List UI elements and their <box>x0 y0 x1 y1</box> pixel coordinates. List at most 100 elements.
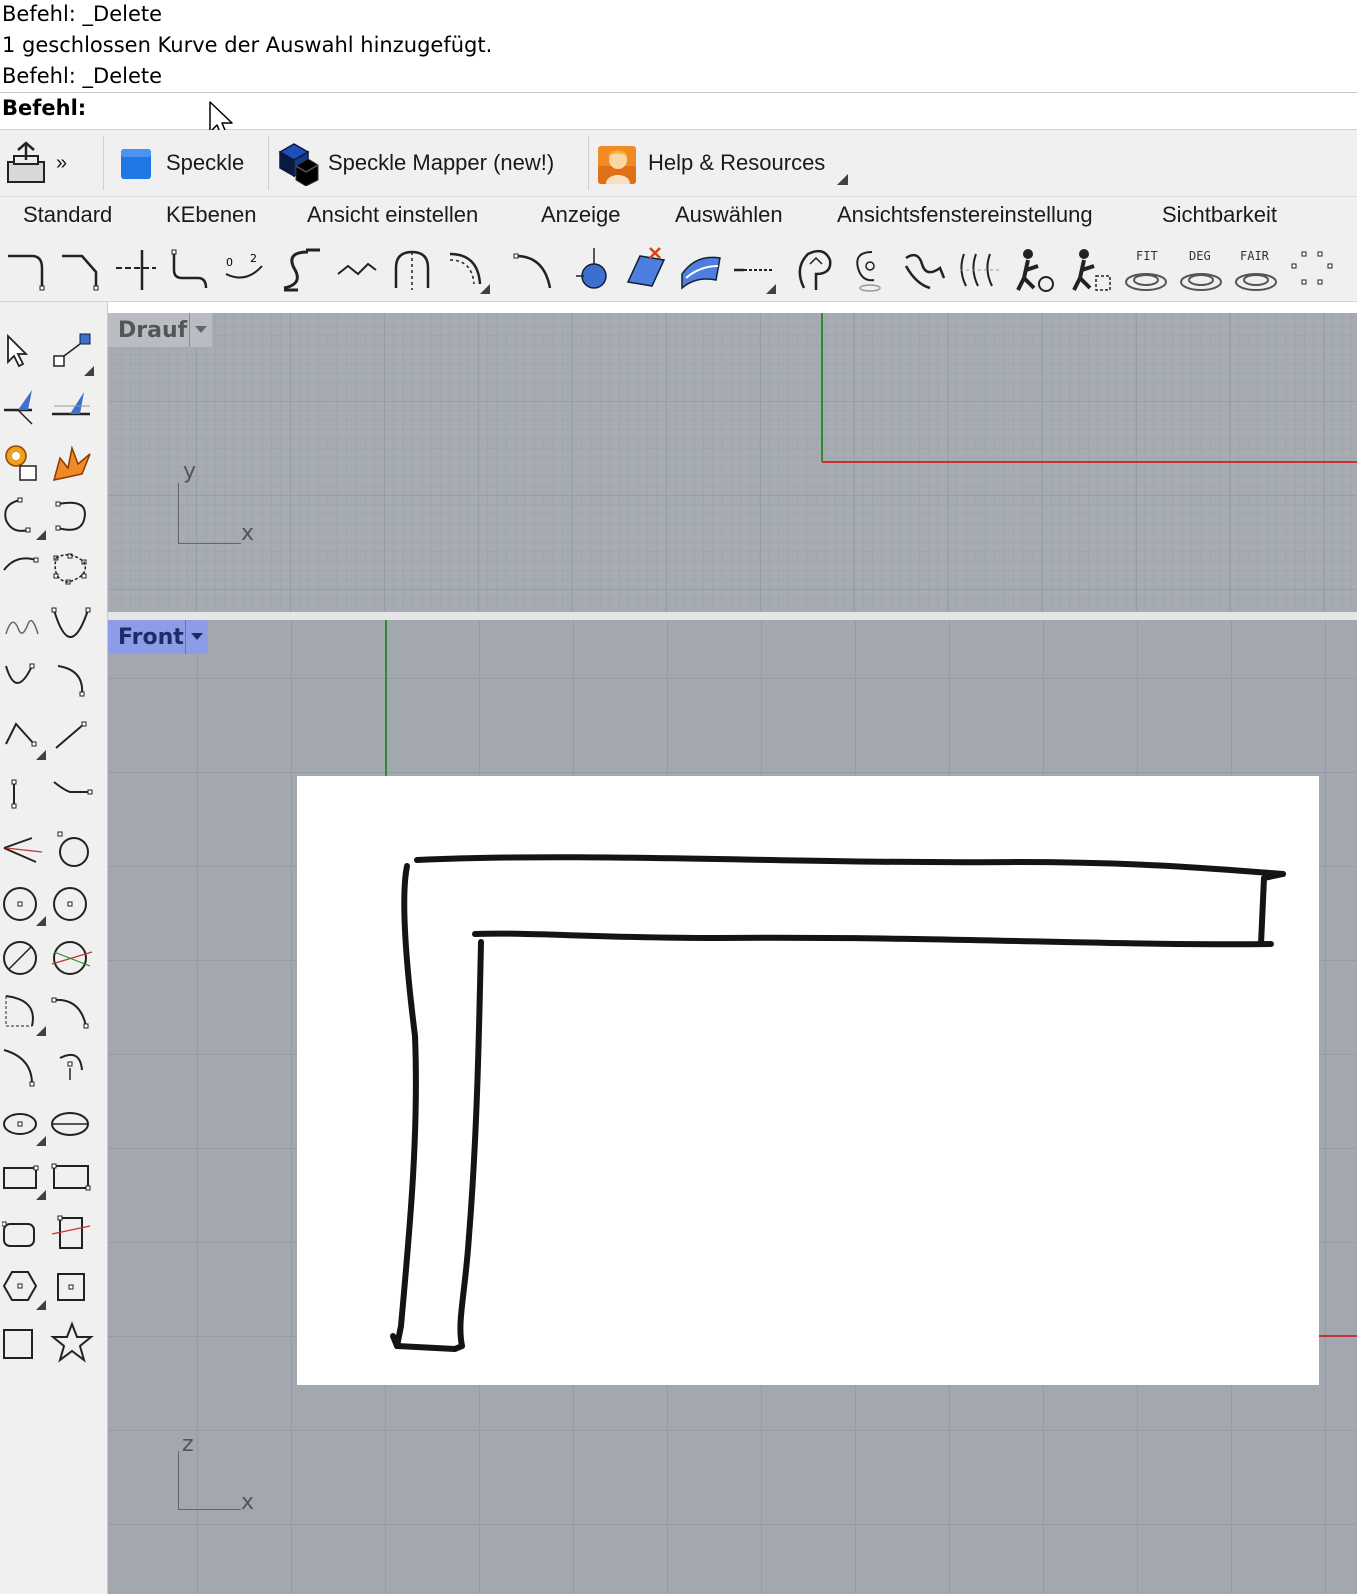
line-bisector-icon[interactable] <box>2 824 46 870</box>
curve-control-icon[interactable] <box>50 494 94 540</box>
chevron-down-icon[interactable] <box>189 313 212 347</box>
chevron-down-icon[interactable] <box>185 620 208 654</box>
square-icon[interactable] <box>2 1320 46 1366</box>
export-button[interactable] <box>4 138 48 188</box>
rectangle-rotated-icon[interactable] <box>50 1210 94 1256</box>
tab-sichtbarkeit[interactable]: Sichtbarkeit <box>1162 202 1277 228</box>
fair-label: FAIR <box>1240 249 1270 263</box>
control-points-icon[interactable] <box>1288 244 1336 294</box>
curve-fillet-icon[interactable] <box>444 244 492 294</box>
speckle-label: Speckle <box>166 150 245 175</box>
circle-tangent-icon[interactable] <box>50 934 94 980</box>
sphere-icon[interactable] <box>50 824 94 870</box>
tab-ansicht-einstellen[interactable]: Ansicht einstellen <box>307 202 478 228</box>
toolbar-overflow-button[interactable]: » <box>56 138 67 188</box>
world-y-axis <box>821 313 823 462</box>
axis-label-x: x <box>241 521 255 546</box>
viewport-front[interactable]: Front z x <box>108 620 1357 1594</box>
surface-patch-icon[interactable] <box>620 244 668 294</box>
curve-hook-icon[interactable] <box>50 660 94 706</box>
curve-interpolate-icon[interactable] <box>2 494 46 540</box>
line-vertical-icon[interactable] <box>2 770 46 816</box>
arc-3point-icon[interactable] <box>50 990 94 1036</box>
curve-edit-person-icon[interactable] <box>1012 244 1060 294</box>
curve-parallel-icon[interactable] <box>956 244 1004 294</box>
explode-burst-icon[interactable] <box>50 440 94 486</box>
fit-label: FIT <box>1136 249 1158 263</box>
puzzle-gear-icon[interactable] <box>2 440 46 486</box>
rectangle-rounded-icon[interactable] <box>2 1210 46 1256</box>
rectangle-center-icon[interactable] <box>50 1154 94 1200</box>
curve-freeform-icon[interactable] <box>2 604 46 650</box>
curve-arc-icon[interactable] <box>510 244 558 294</box>
curve-seam-icon[interactable] <box>846 244 894 294</box>
viewport-title-top[interactable]: Drauf <box>108 313 212 347</box>
curve-s-blend-icon[interactable] <box>278 244 326 294</box>
curve-offset-icon[interactable] <box>168 244 216 294</box>
curve-sketch-icon[interactable] <box>2 550 46 596</box>
curve-edit-person-points-icon[interactable] <box>1068 244 1116 294</box>
circle-diameter-icon[interactable] <box>50 880 94 926</box>
star-icon[interactable] <box>50 1320 94 1366</box>
tab-ansichtsfenstereinstellung[interactable]: Ansichtsfenstereinstellung <box>837 202 1093 228</box>
circle-center-icon[interactable] <box>2 880 46 926</box>
sketch-right-end <box>1258 871 1286 947</box>
polygon-icon[interactable] <box>2 1264 46 1310</box>
tab-kebenen[interactable]: KEbenen <box>166 202 257 228</box>
command-history: Befehl: _Delete 1 geschlossen Kurve der … <box>0 0 1357 92</box>
curve-corner-icon[interactable] <box>4 244 52 294</box>
rectangle-corner-icon[interactable] <box>2 1154 46 1200</box>
speckle-mapper-button[interactable]: Speckle Mapper (new!) <box>276 138 554 188</box>
curve-parabola-icon[interactable] <box>50 604 94 650</box>
arc-direction-icon[interactable] <box>50 1044 94 1090</box>
cplane-elevation-icon[interactable] <box>50 384 94 430</box>
help-resources-button[interactable]: Help & Resources <box>596 138 825 188</box>
axis-indicator <box>178 483 241 544</box>
curve-chamfer-icon[interactable] <box>58 244 106 294</box>
curve-trim-cross-icon[interactable] <box>112 244 160 294</box>
polyline-icon[interactable] <box>2 714 46 760</box>
select-arrow-icon[interactable] <box>2 330 46 376</box>
curve-blend-icon[interactable]: 02 <box>222 244 270 294</box>
line-tangent-icon[interactable] <box>50 770 94 816</box>
export-icon <box>7 141 45 183</box>
viewport-top[interactable]: Drauf y x <box>108 313 1357 612</box>
viewport-divider[interactable] <box>108 612 1357 620</box>
curve-vertex-icon[interactable] <box>2 660 46 706</box>
cplane-set-icon[interactable] <box>2 384 46 430</box>
world-x-axis <box>1319 1335 1357 1337</box>
curve-arch-icon[interactable] <box>388 244 436 294</box>
curve-join-icon[interactable] <box>334 244 382 294</box>
viewport-title-front[interactable]: Front <box>108 620 208 654</box>
curve-extend-icon[interactable] <box>730 244 778 294</box>
curve-rebuild-icon[interactable] <box>900 244 948 294</box>
tab-standard[interactable]: Standard <box>23 202 112 228</box>
command-history-line: Befehl: _Delete <box>2 64 163 88</box>
surface-point-icon[interactable] <box>566 244 614 294</box>
line-icon[interactable] <box>50 714 94 760</box>
speckle-button[interactable]: Speckle <box>118 138 244 188</box>
surface-network-icon[interactable] <box>676 244 724 294</box>
tab-anzeige[interactable]: Anzeige <box>541 202 621 228</box>
ellipse-center-icon[interactable] <box>2 1100 46 1146</box>
curve-closed-icon[interactable] <box>792 244 840 294</box>
axis-label-y: y <box>183 459 197 484</box>
deg-label: DEG <box>1189 249 1211 263</box>
world-x-axis <box>822 461 1357 463</box>
degree-curve-icon[interactable]: DEG <box>1177 244 1225 294</box>
ellipse-diameter-icon[interactable] <box>50 1100 94 1146</box>
reference-image[interactable] <box>297 776 1319 1385</box>
fair-curve-icon[interactable]: FAIR <box>1232 244 1280 294</box>
plugin-toolbar: » Speckle Speckle Mapper (new!) Help & R… <box>0 130 1357 197</box>
arc-center-icon[interactable] <box>2 990 46 1036</box>
fit-curve-icon[interactable]: FIT <box>1122 244 1170 294</box>
tab-auswaehlen[interactable]: Auswählen <box>675 202 783 228</box>
arc-tangent-icon[interactable] <box>2 1044 46 1090</box>
command-prompt[interactable]: Befehl: <box>0 93 1357 130</box>
curve-closed-points-icon[interactable] <box>50 550 94 596</box>
polygon-edge-icon[interactable] <box>50 1264 94 1310</box>
command-input[interactable] <box>90 95 1334 127</box>
scale-grip-icon[interactable] <box>50 330 94 376</box>
circle-3point-icon[interactable] <box>2 934 46 980</box>
viewport-name: Drauf <box>118 317 188 343</box>
